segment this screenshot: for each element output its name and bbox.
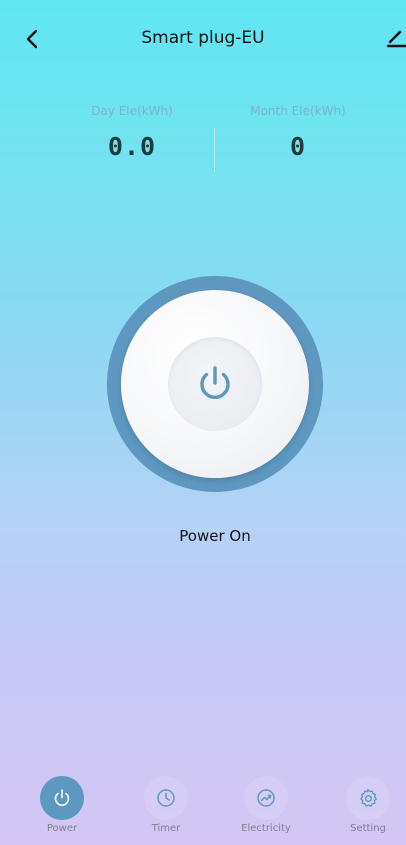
top-bar: Smart plug-EU: [0, 0, 406, 70]
month-energy-stat: Month Ele(kWh) 0: [228, 104, 368, 161]
bottom-tab-bar: Power Timer Electricity Setting: [0, 770, 406, 845]
tab-setting-label: Setting: [350, 823, 386, 834]
day-energy-label: Day Ele(kWh): [91, 104, 173, 118]
tab-electricity-icon-wrap: [244, 776, 288, 820]
day-energy-stat: Day Ele(kWh) 0.0: [62, 104, 202, 161]
gear-icon: [360, 788, 377, 807]
tab-setting[interactable]: Setting: [326, 770, 406, 840]
tab-power-icon-wrap: [40, 776, 84, 820]
tab-timer[interactable]: Timer: [124, 770, 204, 840]
tab-electricity-label: Electricity: [241, 823, 291, 834]
trend-chart-icon: [257, 789, 275, 807]
tab-power-label: Power: [46, 823, 78, 834]
tab-timer-label: Timer: [151, 823, 181, 834]
power-status-text: Power On: [179, 527, 251, 545]
page-title: Smart plug-EU: [141, 28, 265, 48]
edit-icon: [386, 30, 406, 48]
day-energy-value: 0.0: [107, 132, 157, 161]
clock-icon: [157, 789, 175, 807]
power-icon[interactable]: [193, 362, 237, 406]
power-icon: [54, 789, 70, 806]
month-energy-label: Month Ele(kWh): [250, 104, 346, 118]
tab-power[interactable]: Power: [20, 770, 100, 840]
stat-divider: [214, 128, 215, 172]
energy-stats: Day Ele(kWh) 0.0 Month Ele(kWh) 0: [0, 104, 406, 184]
tab-electricity[interactable]: Electricity: [224, 770, 304, 840]
tab-setting-icon-wrap: [346, 776, 390, 820]
edit-button[interactable]: [386, 26, 406, 48]
tab-timer-icon-wrap: [144, 776, 188, 820]
month-energy-value: 0: [289, 132, 307, 161]
